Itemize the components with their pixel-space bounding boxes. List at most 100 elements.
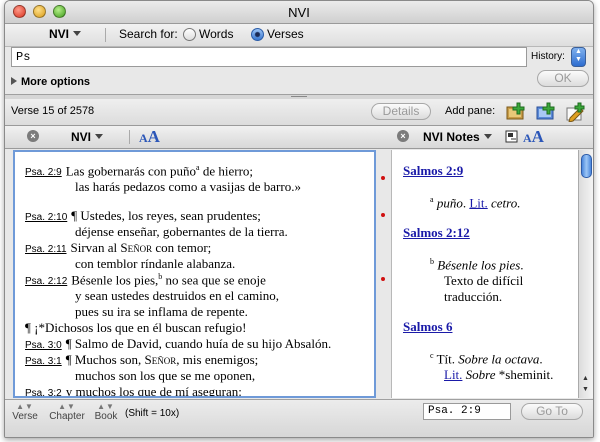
note-text: traducción. (444, 289, 503, 304)
pane-header-bar: × NVI AA × NVI Notes AA (5, 126, 593, 149)
verse-ref-link[interactable]: Psa. 2:11 (25, 244, 67, 255)
pane-sync-gutter (377, 150, 391, 398)
verse-line: Psa. 3:0 ¶ Salmo de David, cuando huía de… (25, 336, 331, 352)
bottom-nav-bar: ▲▼ Verse ▲▼ Chapter ▲▼ Book (Shift = 10x) P… (5, 399, 593, 437)
font-size-icon[interactable]: AA (139, 127, 160, 147)
details-button[interactable]: Details (371, 103, 431, 120)
note-line: traducción. (444, 289, 502, 305)
verse-line: déjense enseñar, gobernantes de la tierr… (75, 224, 288, 240)
nav-chapter-stepper[interactable]: ▲▼ Chapter (45, 402, 89, 422)
go-to-button[interactable]: Go To (521, 403, 583, 420)
note-line: a puño. Lit. cetro. (430, 195, 520, 211)
notes-font-size-icon[interactable]: AA (523, 127, 544, 147)
nav-book-stepper[interactable]: ▲▼ Book (91, 402, 121, 422)
scroll-thumb[interactable] (581, 154, 592, 178)
note-marker: a (430, 195, 434, 204)
verse-text: y muchos los que de mí aseguran: (65, 384, 242, 398)
verse-line: Psa. 3:2 y muchos los que de mí aseguran: (25, 384, 242, 398)
nav-chapter-label: Chapter (49, 411, 85, 422)
notes-module-popup[interactable]: NVI Notes (423, 130, 492, 144)
splitter-grip-icon (291, 96, 307, 98)
link-panes-icon[interactable] (505, 130, 518, 143)
note-line: c Tít. Sobre la octava. (430, 351, 543, 367)
note-heading-link[interactable]: Salmos 6 (403, 319, 452, 335)
disclosure-triangle-icon (11, 77, 17, 85)
bible-text-pane[interactable]: Psa. 2:9 Las gobernarás con puñoa de hier… (13, 150, 376, 398)
words-radio[interactable] (183, 28, 196, 41)
nav-verse-label: Verse (12, 411, 38, 422)
search-query-input[interactable]: Ps (11, 47, 527, 67)
verse-line: Psa. 2:11 Sirvan al Señor con temor; (25, 240, 211, 256)
verse-text: las harás pedazos como a vasijas de barr… (75, 179, 301, 194)
search-for-label: Search for: (119, 27, 178, 41)
font-size-small-glyph: A (139, 131, 148, 145)
verse-ref-link[interactable]: Psa. 2:12 (25, 276, 67, 287)
note-text: Sobre (462, 367, 499, 382)
verse-line: Psa. 2:10 ¶ Ustedes, los reyes, sean prud… (25, 208, 261, 224)
verse-line: Psa. 2:9 Las gobernarás con puñoa de hier… (25, 163, 253, 179)
note-text: Sobre la octava (458, 351, 540, 367)
verses-radio[interactable] (251, 28, 264, 41)
abbrev-link[interactable]: Lit. (444, 367, 462, 382)
close-notes-pane-icon[interactable]: × (397, 130, 409, 142)
note-marker: c (430, 351, 434, 360)
verse-ref-link[interactable]: Psa. 2:9 (25, 167, 62, 178)
font-size-small-glyph: A (523, 131, 532, 145)
verse-text: de hierro; (199, 163, 254, 179)
notes-pane[interactable]: Salmos 2:9 a puño. Lit. cetro. Salmos 2:… (391, 150, 578, 398)
note-line: Texto de difícil (444, 273, 523, 289)
verse-ref-link[interactable]: Psa. 2:10 (25, 212, 67, 223)
up-arrow-icon: ▲ (575, 48, 582, 55)
verse-text: ¶ ¡*Dichosos los que en él buscan refugi… (25, 320, 247, 335)
nav-book-label: Book (94, 411, 118, 422)
note-text: puño (436, 195, 463, 211)
verse-text: ¶ Muchos son, (65, 352, 145, 367)
note-link-marker[interactable] (381, 213, 385, 217)
verses-radio-label: Verses (267, 27, 304, 41)
note-link-marker[interactable] (381, 277, 385, 281)
shift-hint: (Shift = 10x) (125, 408, 180, 419)
abbrev-link[interactable]: Lit. (469, 195, 487, 210)
scroll-down-arrow-icon[interactable]: ▼ (582, 386, 589, 393)
search-module-popup[interactable]: NVI (49, 27, 82, 41)
verse-text: Bésenle los pies, (71, 272, 159, 288)
add-pane-label: Add pane: (445, 105, 496, 117)
verse-ref-link[interactable]: Psa. 3:0 (25, 340, 62, 351)
up-down-arrows-icon[interactable]: ▲▼ (91, 402, 121, 411)
up-down-arrows-icon[interactable]: ▲▼ (45, 402, 89, 411)
goto-reference-input[interactable]: Psa. 2:9 (423, 403, 511, 420)
bible-module-label: NVI (71, 130, 92, 144)
font-size-big-glyph: A (147, 127, 160, 146)
note-text: *sheminit (498, 367, 551, 382)
verse-ref-link[interactable]: Psa. 3:1 (25, 356, 62, 367)
note-link-marker[interactable] (381, 176, 385, 180)
note-line: Lit. Sobre *sheminit. (444, 367, 553, 383)
verse-line: muchos son los que se me oponen, (75, 368, 255, 384)
notes-module-label: NVI Notes (423, 130, 480, 144)
verse-ref-link[interactable]: Psa. 3:2 (25, 388, 62, 396)
note-text: cetro. (487, 195, 521, 211)
note-text: Texto de difícil (444, 273, 524, 288)
toolbar-divider (105, 28, 106, 42)
bible-module-popup[interactable]: NVI (71, 130, 104, 144)
divine-name: Señor (120, 240, 153, 255)
note-text: . (539, 351, 543, 367)
nav-verse-stepper[interactable]: ▲▼ Verse (7, 402, 43, 422)
up-down-arrows-icon[interactable]: ▲▼ (7, 402, 43, 411)
close-pane-icon[interactable]: × (27, 130, 39, 142)
history-stepper[interactable]: ▲ ▼ (571, 47, 586, 67)
more-options-disclosure[interactable]: More options (5, 76, 593, 93)
note-heading-link[interactable]: Salmos 2:12 (403, 225, 470, 241)
verse-count: Verse 15 of 2578 (11, 105, 95, 117)
search-module-label: NVI (49, 27, 70, 41)
note-heading-link[interactable]: Salmos 2:9 (403, 163, 463, 179)
verse-line: Psa. 2:12 Bésenle los pies,b no sea que s… (25, 272, 266, 288)
add-editor-pane-icon[interactable] (565, 102, 587, 122)
verse-text: Sirvan al (70, 240, 121, 255)
verse-line: las harás pedazos como a vasijas de barr… (75, 179, 301, 195)
notes-scrollbar[interactable]: ▲ ▼ (578, 150, 593, 398)
verse-text: pues su ira se inflama de repente. (75, 304, 248, 319)
scroll-up-arrow-icon[interactable]: ▲ (582, 375, 589, 382)
add-bible-pane-icon[interactable] (505, 102, 527, 122)
add-notes-pane-icon[interactable] (535, 102, 557, 122)
